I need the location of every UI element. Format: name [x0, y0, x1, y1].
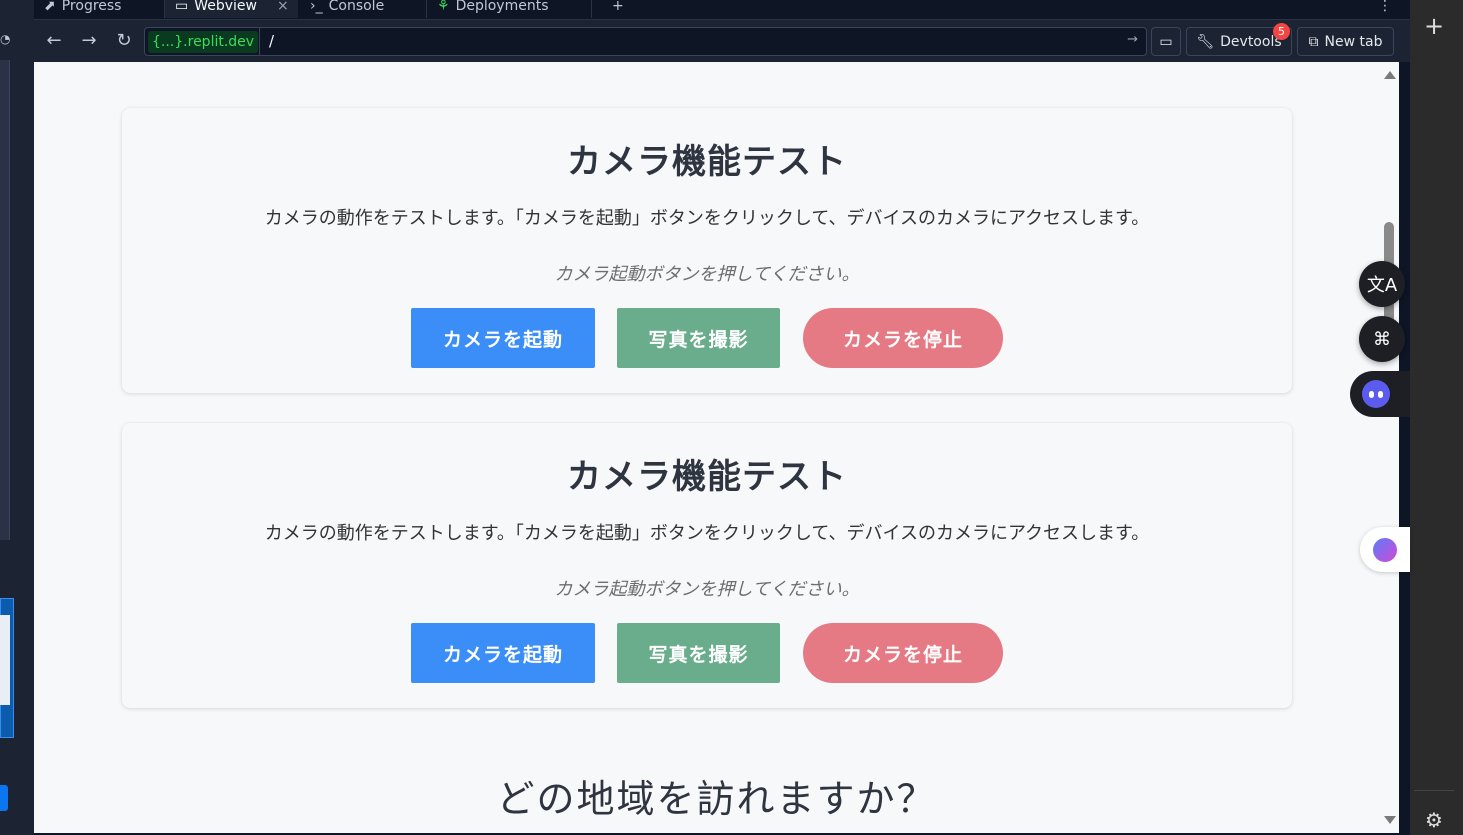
devtools-badge: 5: [1273, 23, 1290, 40]
region-question-heading: どの地域を訪れますか？: [496, 777, 937, 821]
gear-icon[interactable]: ⚙: [1425, 808, 1443, 832]
camera-status-text: カメラ起動ボタンを押してください。: [554, 264, 860, 285]
right-side-column: + ⚙: [1410, 0, 1463, 835]
monitor-icon: ▭: [1159, 33, 1173, 50]
sidebar-panel: [0, 60, 10, 540]
camera-test-card: カメラ機能テスト カメラの動作をテストします。「カメラを起動」ボタンをクリックし…: [122, 423, 1292, 708]
card-title: カメラ機能テスト: [567, 457, 847, 497]
left-sidebar-strip: ◔: [0, 0, 34, 835]
gauge-icon[interactable]: ◔: [0, 32, 14, 46]
stop-camera-button[interactable]: カメラを停止: [803, 623, 1003, 683]
close-icon[interactable]: ×: [277, 0, 289, 14]
card-title: カメラ機能テスト: [567, 142, 847, 182]
url-toolbar: ← → ↻ {...}.replit.dev / → ▭ 🔧︎ Devtools…: [34, 20, 1410, 62]
more-menu-icon[interactable]: ⋮: [1368, 0, 1392, 18]
terminal-icon: ›_: [310, 0, 323, 14]
start-camera-button[interactable]: カメラを起動: [411, 623, 595, 683]
back-arrow-icon[interactable]: ←: [43, 30, 65, 52]
assistant-face-icon: [1362, 380, 1390, 408]
stop-camera-button[interactable]: カメラを停止: [803, 308, 1003, 368]
wrench-icon: 🔧︎: [1196, 33, 1215, 50]
external-link-icon: ⧉: [1308, 33, 1319, 50]
devtools-button[interactable]: 🔧︎ Devtools 5: [1186, 23, 1292, 56]
card-description: カメラの動作をテストします。「カメラを起動」ボタンをクリックして、デバイスのカメ…: [264, 208, 1150, 229]
deploy-icon: ⚘: [437, 0, 450, 14]
devtools-label: Devtools: [1220, 33, 1282, 50]
sidebar-action-button[interactable]: [0, 785, 8, 811]
reload-icon[interactable]: ↻: [113, 30, 135, 52]
tab-label: Deployments: [455, 0, 549, 14]
camera-test-card: カメラ機能テスト カメラの動作をテストします。「カメラを起動」ボタンをクリックし…: [122, 108, 1292, 393]
command-icon[interactable]: ⌘: [1359, 316, 1405, 362]
tab-webview[interactable]: ▭ Webview ×: [165, 0, 298, 18]
tab-bar: ⬈ Progress ▭ Webview × ›_ Console ⚘ Depl…: [34, 0, 1410, 20]
brain-icon: [1373, 538, 1397, 562]
tab-label: Console: [328, 0, 385, 14]
start-camera-button[interactable]: カメラを起動: [411, 308, 595, 368]
tab-deployments[interactable]: ⚘ Deployments: [427, 0, 591, 18]
add-icon[interactable]: +: [1424, 14, 1444, 38]
page-scrollbar[interactable]: [1381, 62, 1399, 833]
device-preview-button[interactable]: ▭: [1151, 27, 1181, 56]
camera-status-text: カメラ起動ボタンを押してください。: [554, 579, 860, 600]
tab-label: Progress: [61, 0, 122, 14]
thumbnail-content: [0, 615, 10, 705]
take-photo-button[interactable]: 写真を撮影: [617, 623, 780, 683]
url-path[interactable]: /: [269, 32, 274, 50]
scroll-down-icon[interactable]: [1384, 816, 1396, 824]
tab-label: Webview: [194, 0, 257, 14]
go-arrow-icon[interactable]: →: [1127, 32, 1138, 47]
tab-console[interactable]: ›_ Console: [300, 0, 426, 18]
url-host: {...}.replit.dev: [148, 31, 259, 53]
take-photo-button[interactable]: 写真を撮影: [617, 308, 780, 368]
newtab-label: New tab: [1324, 33, 1383, 50]
url-field[interactable]: {...}.replit.dev / →: [144, 27, 1147, 56]
new-tab-button[interactable]: ⧉ New tab: [1297, 27, 1394, 56]
brain-extension-button[interactable]: [1360, 527, 1410, 572]
monitor-icon: ▭: [175, 0, 189, 14]
webview-page: カメラ機能テスト カメラの動作をテストします。「カメラを起動」ボタンをクリックし…: [34, 62, 1399, 833]
forward-arrow-icon[interactable]: →: [78, 30, 100, 52]
progress-icon: ⬈: [44, 0, 56, 14]
scroll-up-icon[interactable]: [1384, 71, 1396, 79]
assistant-extension-button[interactable]: [1350, 371, 1410, 417]
card-description: カメラの動作をテストします。「カメラを起動」ボタンをクリックして、デバイスのカメ…: [264, 523, 1150, 544]
tab-progress[interactable]: ⬈ Progress: [34, 0, 164, 18]
new-tab-plus-icon[interactable]: +: [602, 0, 632, 18]
translate-icon[interactable]: 文A: [1359, 261, 1405, 307]
